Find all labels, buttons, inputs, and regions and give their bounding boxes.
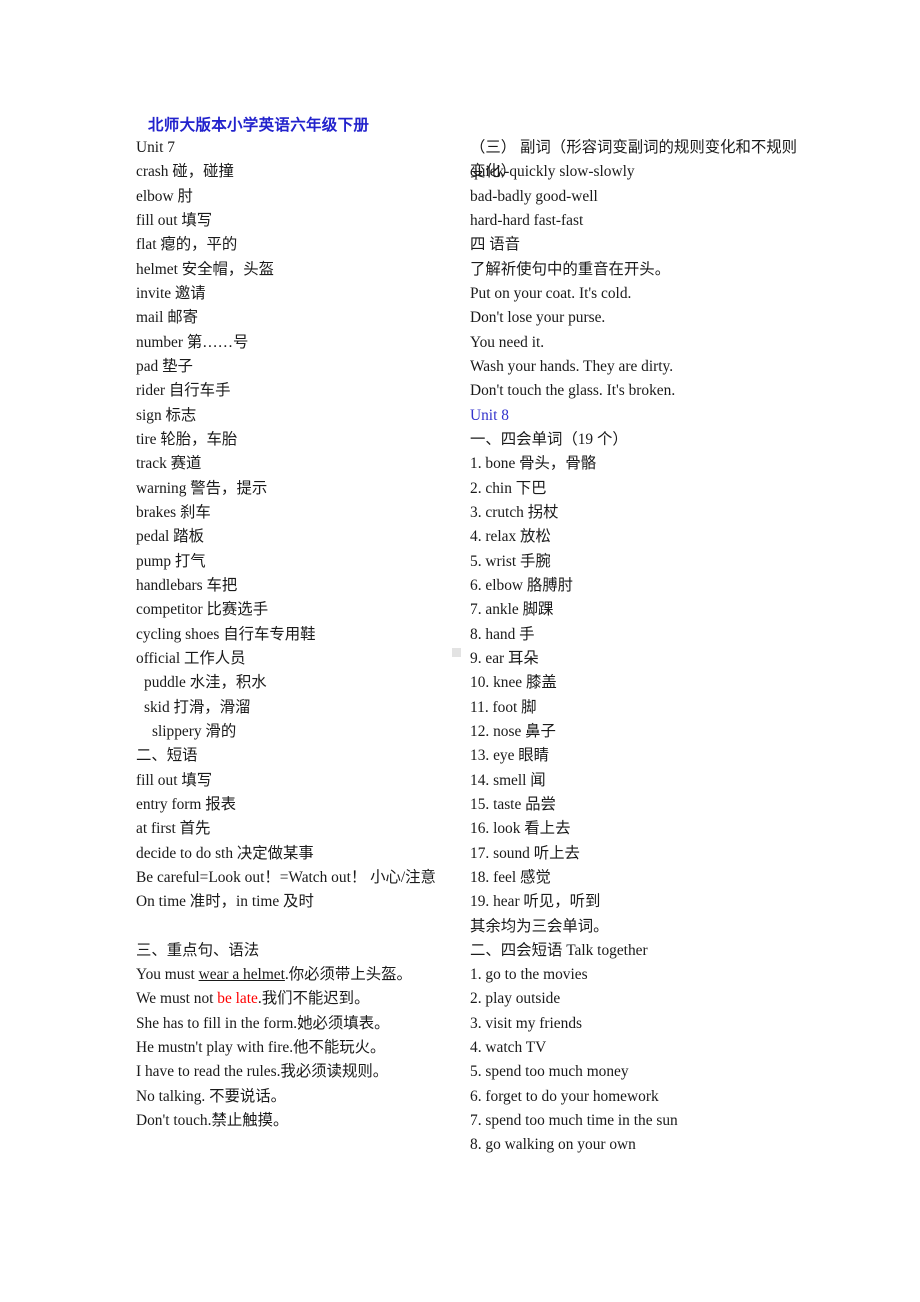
list-item: 15. taste 品尝 [470, 795, 556, 813]
section-heading: （三） 副词（形容词变副词的规则变化和不规则变化） [470, 139, 798, 181]
text-line: warning 警告，提示 [136, 479, 268, 497]
list-item: 18. feel 感觉 [470, 868, 551, 886]
text-line: decide to do sth 决定做某事 [136, 844, 314, 862]
text-line: number 第……号 [136, 333, 249, 351]
text-line: slippery 滑的 [152, 722, 237, 740]
text-line: tire 轮胎，车胎 [136, 430, 238, 448]
text-line: Don't touch the glass. It's broken. [470, 382, 676, 400]
list-item: 2. chin 下巴 [470, 479, 547, 497]
list-item: 6. elbow 胳膊肘 [470, 576, 574, 594]
text-line: flat 瘪的，平的 [136, 236, 238, 254]
list-item: 4. relax 放松 [470, 528, 551, 546]
text-line: skid 打滑，滑溜 [144, 698, 251, 716]
list-item: 10. knee 膝盖 [470, 674, 557, 692]
sentence-highlighted: be late [217, 990, 258, 1008]
text-line: 了解祈使句中的重音在开头。 [470, 260, 671, 278]
list-item: 12. nose 鼻子 [470, 722, 556, 740]
text-line: mail 邮寄 [136, 309, 198, 327]
list-item: 5. spend too much money [470, 1063, 629, 1081]
list-item: 4. watch TV [470, 1039, 547, 1057]
section-heading: 一、四会单词（19 个） [470, 430, 628, 448]
page-title: 北师大版本小学英语六年级下册 [148, 117, 370, 134]
text-line: pedal 踏板 [136, 528, 204, 546]
list-item: 13. eye 眼睛 [470, 747, 550, 765]
list-item: 19. hear 听见，听到 [470, 893, 601, 911]
sentence-prefix: You must [136, 966, 199, 984]
text-line: bad-badly good-well [470, 187, 598, 205]
list-item: 8. go walking on your own [470, 1136, 636, 1154]
text-line: handlebars 车把 [136, 576, 238, 594]
list-item: 3. crutch 拐杖 [470, 503, 559, 521]
text-line: fill out 填写 [136, 771, 213, 789]
text-line: brakes 刹车 [136, 503, 211, 521]
text-line: cycling shoes 自行车专用鞋 [136, 625, 316, 643]
text-line: hard-hard fast-fast [470, 211, 584, 229]
grammar-sentence: No talking. 不要说话。 [136, 1087, 287, 1105]
text-line: Put on your coat. It's cold. [470, 284, 632, 302]
grammar-sentence: You must wear a helmet.你必须带上头盔。 [136, 963, 456, 987]
text-line: track 赛道 [136, 455, 202, 473]
text-line: You need it. [470, 333, 545, 351]
sentence-underlined: wear a helmet [198, 966, 285, 984]
list-item: 3. visit my friends [470, 1014, 583, 1032]
list-item: 11. foot 脚 [470, 698, 537, 716]
grammar-sentence: I have to read the rules.我必须读规则。 [136, 1063, 389, 1081]
text-line: quick-quickly slow-slowly [470, 163, 635, 181]
list-item: 8. hand 手 [470, 625, 535, 643]
left-column: Unit 7 crash 碰，碰撞 elbow 肘 fill out 填写 fl… [136, 136, 456, 1133]
text-line: invite 邀请 [136, 284, 206, 302]
list-item: 7. spend too much time in the sun [470, 1112, 678, 1130]
list-item: 9. ear 耳朵 [470, 649, 539, 667]
text-line: sign 标志 [136, 406, 197, 424]
text-line: puddle 水洼，积水 [144, 674, 267, 692]
list-item: 14. smell 闻 [470, 771, 546, 789]
text-line: official 工作人员 [136, 649, 246, 667]
list-item: 5. wrist 手腕 [470, 552, 551, 570]
note-line: 其余均为三会单词。 [470, 917, 609, 935]
sentence-prefix: We must not [136, 990, 218, 1008]
text-line: crash 碰，碰撞 [136, 163, 234, 181]
list-item: 7. ankle 脚踝 [470, 601, 554, 619]
text-line: at first 首先 [136, 820, 211, 838]
text-line: pad 垫子 [136, 357, 193, 375]
text-line: On time 准时，in time 及时 [136, 893, 314, 911]
document-page: 北师大版本小学英语六年级下册 Unit 7 crash 碰，碰撞 elbow 肘… [0, 0, 920, 1302]
sentence-suffix: .我们不能迟到。 [257, 990, 370, 1008]
right-column: （三） 副词（形容词变副词的规则变化和不规则变化） quick-quickly … [470, 136, 800, 1158]
list-item: 1. bone 骨头，骨骼 [470, 455, 597, 473]
text-line: entry form 报表 [136, 795, 237, 813]
list-item: 17. sound 听上去 [470, 844, 580, 862]
text-line: Don't lose your purse. [470, 309, 606, 327]
text-line: competitor 比赛选手 [136, 601, 269, 619]
list-item: 6. forget to do your homework [470, 1087, 659, 1105]
text-line: Be careful=Look out！=Watch out！ 小心/注意 [136, 868, 436, 886]
unit-heading: Unit 8 [470, 406, 509, 424]
text-line: helmet 安全帽，头盔 [136, 260, 275, 278]
grammar-sentence: Don't touch.禁止触摸。 [136, 1112, 289, 1130]
text-line: rider 自行车手 [136, 382, 231, 400]
grammar-sentence: We must not be late.我们不能迟到。 [136, 987, 456, 1011]
list-item: 1. go to the movies [470, 966, 588, 984]
text-line: Wash your hands. They are dirty. [470, 357, 674, 375]
list-item: 16. look 看上去 [470, 820, 571, 838]
text-line: fill out 填写 [136, 211, 213, 229]
list-item: 2. play outside [470, 990, 561, 1008]
section-heading: 四 语音 [470, 236, 521, 254]
text-line: elbow 肘 [136, 187, 193, 205]
text-line: pump 打气 [136, 552, 206, 570]
section-heading: 二、四会短语 Talk together [470, 941, 648, 959]
grammar-sentence: He mustn't play with fire.他不能玩火。 [136, 1039, 386, 1057]
text-line: Unit 7 [136, 139, 175, 156]
section-heading: 三、重点句、语法 [136, 941, 260, 959]
grammar-sentence: She has to fill in the form.她必须填表。 [136, 1014, 390, 1032]
section-heading: 二、短语 [136, 747, 198, 765]
sentence-suffix: .你必须带上头盔。 [284, 966, 412, 984]
